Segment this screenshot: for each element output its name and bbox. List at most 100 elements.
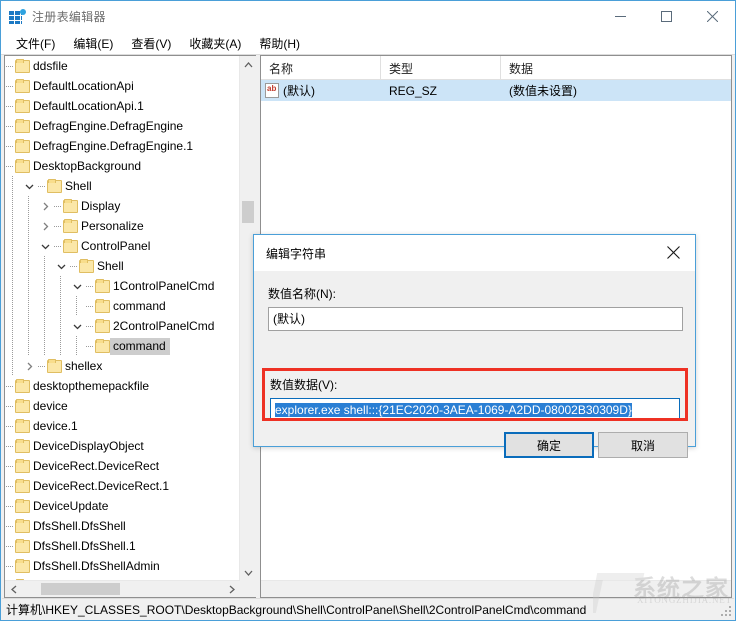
column-type[interactable]: 类型	[381, 56, 501, 79]
value-data-field[interactable]: explorer.exe shell:::{21EC2020-3AEA-1069…	[270, 398, 680, 421]
tree-item[interactable]: DeviceRect.DeviceRect.1	[5, 476, 240, 496]
dialog-close-button[interactable]	[651, 235, 695, 269]
folder-icon	[14, 436, 30, 456]
tree-item[interactable]: ControlPanel	[5, 236, 240, 256]
tree-item[interactable]: 1ControlPanelCmd	[5, 276, 240, 296]
scroll-right-icon[interactable]	[223, 581, 240, 597]
tree-item[interactable]: device	[5, 396, 240, 416]
folder-icon	[14, 496, 30, 516]
tree-indent-guide	[37, 336, 53, 356]
tree-item[interactable]: desktopthemepackfile	[5, 376, 240, 396]
folder-icon	[14, 96, 30, 116]
chevron-down-icon[interactable]	[37, 236, 53, 256]
registry-tree-pane: ddsfile DefaultLocationApi DefaultLocation…	[4, 55, 256, 598]
tree-item[interactable]: DfsShell.DfsShell.1	[5, 536, 240, 556]
tree-connector	[5, 496, 14, 516]
value-name-cell: ab (默认)	[261, 80, 381, 101]
registry-tree[interactable]: ddsfile DefaultLocationApi DefaultLocation…	[5, 56, 240, 581]
tree-item[interactable]: 2ControlPanelCmd	[5, 316, 240, 336]
tree-indent-guide	[5, 356, 21, 376]
scroll-left-icon[interactable]	[5, 581, 22, 597]
tree-horizontal-scrollbar[interactable]	[5, 580, 240, 597]
value-name-field[interactable]: (默认)	[268, 307, 683, 331]
window-controls	[597, 1, 735, 32]
window-titlebar: 注册表编辑器	[1, 1, 735, 32]
tree-item[interactable]: DefaultLocationApi.1	[5, 96, 240, 116]
menu-favorites[interactable]: 收藏夹(A)	[180, 33, 250, 54]
tree-connector	[85, 276, 94, 296]
dialog-body: 数值名称(N): (默认) 数值数据(V): explorer.exe shel…	[254, 271, 695, 458]
tree-item-label: 2ControlPanelCmd	[113, 318, 215, 333]
tree-item[interactable]: DeviceUpdate	[5, 496, 240, 516]
tree-item[interactable]: command	[5, 336, 240, 356]
tree-item[interactable]: Shell	[5, 176, 240, 196]
chevron-down-icon[interactable]	[53, 256, 69, 276]
menu-view[interactable]: 查看(V)	[122, 33, 180, 54]
values-list[interactable]: ab (默认) REG_SZ (数值未设置)	[261, 80, 731, 101]
tree-connector	[5, 156, 14, 176]
maximize-button[interactable]	[643, 1, 689, 32]
tree-item[interactable]: DesktopBackground	[5, 156, 240, 176]
tree-item-label: Personalize	[81, 218, 144, 233]
tree-item[interactable]: DefaultLocationApi	[5, 76, 240, 96]
folder-icon	[14, 416, 30, 436]
tree-indent-guide	[53, 336, 69, 356]
tree-item[interactable]: DefragEngine.DefragEngine	[5, 116, 240, 136]
tree-item[interactable]: command	[5, 296, 240, 316]
tree-item-label: DfsShell.DfsShell.1	[33, 538, 136, 553]
tree-vertical-scroll-thumb[interactable]	[242, 201, 254, 223]
tree-item-label: ControlPanel	[81, 238, 151, 253]
tree-indent-guide	[37, 316, 53, 336]
tree-item[interactable]: shellex	[5, 356, 240, 376]
cancel-button[interactable]: 取消	[598, 432, 688, 458]
folder-icon	[14, 536, 30, 556]
resize-grip-icon[interactable]	[720, 605, 732, 617]
chevron-down-icon[interactable]	[21, 176, 37, 196]
tree-item[interactable]: Shell	[5, 256, 240, 276]
tree-connector	[5, 516, 14, 536]
tree-connector	[5, 556, 14, 576]
scroll-up-icon[interactable]	[240, 56, 256, 73]
value-data-label: 数值数据(V):	[270, 378, 338, 392]
menu-help[interactable]: 帮助(H)	[250, 33, 309, 54]
menu-edit[interactable]: 编辑(E)	[64, 33, 122, 54]
ok-button[interactable]: 确定	[504, 432, 594, 458]
tree-item[interactable]: DeviceRect.DeviceRect	[5, 456, 240, 476]
chevron-down-icon[interactable]	[69, 276, 85, 296]
minimize-button[interactable]	[597, 1, 643, 32]
tree-indent-guide	[5, 296, 21, 316]
column-name[interactable]: 名称	[261, 56, 381, 79]
tree-item[interactable]: Display	[5, 196, 240, 216]
tree-item-label: shellex	[65, 358, 103, 373]
folder-icon	[46, 176, 62, 196]
tree-item[interactable]: DeviceDisplayObject	[5, 436, 240, 456]
scroll-down-icon[interactable]	[240, 564, 256, 581]
chevron-right-icon[interactable]	[21, 356, 37, 376]
table-row[interactable]: ab (默认) REG_SZ (数值未设置)	[261, 80, 731, 101]
tree-item[interactable]: device.1	[5, 416, 240, 436]
regedit-icon	[9, 8, 26, 25]
tree-connector	[5, 376, 14, 396]
column-data[interactable]: 数据	[501, 56, 731, 79]
tree-item[interactable]: ddsfile	[5, 56, 240, 76]
tree-connector	[85, 316, 94, 336]
menubar: 文件(F) 编辑(E) 查看(V) 收藏夹(A) 帮助(H)	[1, 32, 735, 55]
tree-indent-guide	[53, 296, 69, 316]
values-column-header: 名称 类型 数据	[261, 56, 731, 80]
close-button[interactable]	[689, 1, 735, 32]
tree-item[interactable]: DfsShell.DfsShell	[5, 516, 240, 536]
tree-item[interactable]: DefragEngine.DefragEngine.1	[5, 136, 240, 156]
tree-item[interactable]: Personalize	[5, 216, 240, 236]
tree-item-label: DfsShell.DfsShell	[33, 518, 126, 533]
tree-item-label: DeviceRect.DeviceRect.1	[33, 478, 170, 493]
chevron-down-icon[interactable]	[69, 316, 85, 336]
chevron-right-icon[interactable]	[37, 196, 53, 216]
tree-item-label: Display	[81, 198, 121, 213]
folder-icon	[14, 476, 30, 496]
folder-icon	[14, 136, 30, 156]
chevron-right-icon[interactable]	[37, 216, 53, 236]
tree-horizontal-scroll-thumb[interactable]	[41, 583, 120, 595]
tree-item[interactable]: DfsShell.DfsShellAdmin	[5, 556, 240, 576]
menu-file[interactable]: 文件(F)	[7, 33, 64, 54]
list-horizontal-scrollbar[interactable]	[261, 580, 731, 597]
